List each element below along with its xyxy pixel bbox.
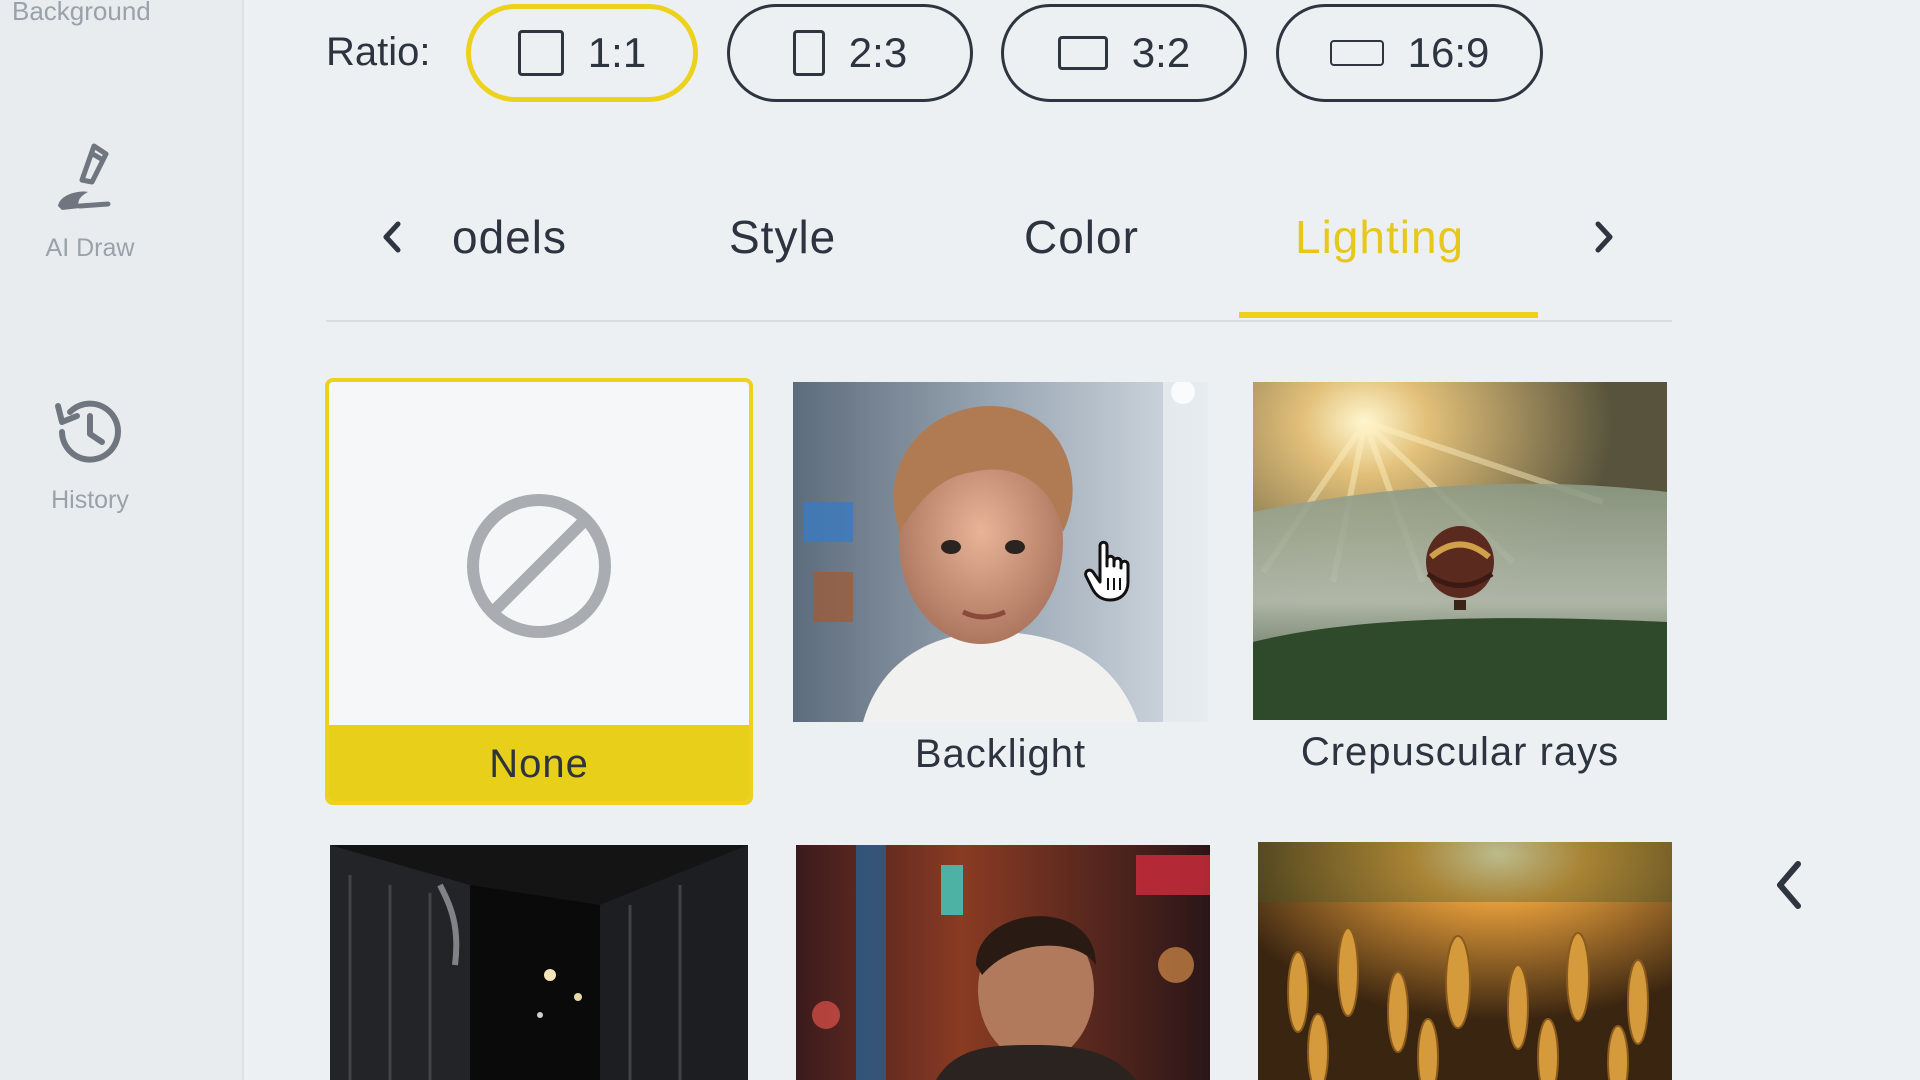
tab-color[interactable]: Color bbox=[1024, 210, 1139, 264]
lighting-option-label: Crepuscular rays bbox=[1300, 730, 1620, 774]
history-clock-icon bbox=[55, 400, 121, 463]
tab-lighting[interactable]: Lighting bbox=[1295, 210, 1464, 264]
sidebar-item-label: History bbox=[51, 486, 129, 514]
active-tab-indicator bbox=[1239, 312, 1538, 318]
ratio-option-label: 2:3 bbox=[848, 29, 908, 76]
backlight-thumbnail bbox=[793, 382, 1208, 722]
sidebar-item-label: AI Draw bbox=[45, 234, 135, 262]
portrait-ratio-icon bbox=[792, 30, 825, 76]
wheat-sunset-image bbox=[1258, 842, 1672, 1080]
tab-models[interactable]: odels bbox=[452, 210, 567, 264]
tab-style[interactable]: Style bbox=[729, 210, 836, 264]
crepuscular-rays-thumbnail bbox=[1253, 382, 1667, 720]
pen-draw-icon bbox=[58, 143, 111, 210]
none-prohibited-icon bbox=[467, 494, 611, 638]
ratio-option-3-2[interactable]: 3:2 bbox=[1001, 4, 1247, 102]
ratio-option-label: 1:1 bbox=[587, 29, 647, 76]
lighting-option-label: Backlight bbox=[914, 732, 1087, 776]
sidebar-top-label[interactable]: Background bbox=[12, 0, 151, 27]
panel-collapse-chevron-icon[interactable] bbox=[1760, 850, 1820, 920]
landscape-ratio-icon bbox=[1057, 36, 1108, 70]
ratio-option-1-1[interactable]: 1:1 bbox=[466, 4, 698, 102]
sidebar-item-ai-draw[interactable]: AI Draw bbox=[0, 140, 180, 263]
lighting-option-6[interactable] bbox=[1258, 842, 1672, 1080]
ratio-option-2-3[interactable]: 2:3 bbox=[727, 4, 973, 102]
hand-pointer-cursor-icon bbox=[1084, 540, 1130, 602]
lighting-option-5[interactable] bbox=[796, 845, 1210, 1080]
ratio-option-label: 3:2 bbox=[1131, 29, 1191, 76]
neon-portrait-image bbox=[796, 845, 1210, 1080]
ratio-option-label: 16:9 bbox=[1407, 29, 1490, 76]
square-ratio-icon bbox=[517, 30, 564, 76]
lighting-option-none[interactable]: None bbox=[325, 378, 753, 805]
widescreen-ratio-icon bbox=[1329, 40, 1384, 66]
sidebar: Background AI Draw History bbox=[0, 0, 244, 1080]
sidebar-item-history[interactable]: History bbox=[0, 392, 180, 515]
backlight-image bbox=[793, 382, 1208, 722]
lighting-option-label: None bbox=[489, 742, 589, 786]
dark-alley-image bbox=[330, 845, 748, 1080]
crepuscular-rays-image bbox=[1253, 382, 1667, 720]
tabs-next-chevron-icon[interactable] bbox=[1584, 212, 1624, 262]
ratio-label: Ratio: bbox=[326, 30, 431, 74]
lighting-option-crepuscular-rays[interactable]: Crepuscular rays bbox=[1253, 382, 1667, 792]
tabs-divider bbox=[326, 320, 1672, 322]
lighting-option-4[interactable] bbox=[330, 845, 748, 1080]
tab-models-clip: odels bbox=[452, 200, 592, 280]
lighting-option-backlight[interactable]: Backlight bbox=[793, 382, 1208, 792]
tabs-prev-chevron-icon[interactable] bbox=[372, 212, 412, 262]
ratio-option-16-9[interactable]: 16:9 bbox=[1276, 4, 1543, 102]
